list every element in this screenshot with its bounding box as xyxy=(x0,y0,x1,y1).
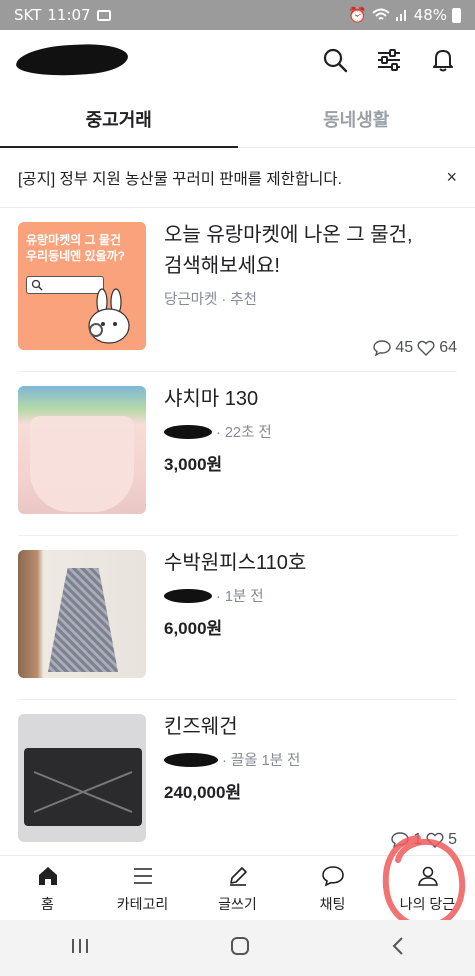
nav-category-label: 카테고리 xyxy=(116,895,169,912)
home-button-icon[interactable] xyxy=(229,935,251,961)
nav-my-carrot-label: 나의 당근 xyxy=(399,895,456,912)
item-title-line2: 검색해보세요! xyxy=(164,255,280,277)
nav-chat-label: 채팅 xyxy=(319,895,346,912)
tab-neighborhood[interactable]: 동네생활 xyxy=(238,90,475,147)
alarm-icon: ⏰ xyxy=(347,6,367,24)
chat-icon xyxy=(373,340,392,356)
item-time: · 끌올 1분 전 xyxy=(222,753,301,769)
system-nav-bar xyxy=(0,920,475,976)
heart-icon xyxy=(417,340,435,356)
item-thumbnail xyxy=(18,550,146,678)
item-title: 킨즈웨건 xyxy=(164,716,238,738)
heart-icon xyxy=(426,832,444,848)
battery-icon xyxy=(452,7,461,23)
nav-write[interactable]: 글쓰기 xyxy=(190,856,285,920)
location-title[interactable] xyxy=(15,42,129,78)
item-time: · 22초 전 xyxy=(216,425,272,441)
promo-thumbnail: 유랑마켓의 그 물건 우리동네엔 있을까? xyxy=(18,222,146,350)
item-meta: · 22초 전 xyxy=(164,421,457,442)
wifi-icon xyxy=(371,8,390,20)
signal-icon xyxy=(395,10,406,21)
menu-icon xyxy=(130,863,156,889)
gallery-icon xyxy=(96,9,111,21)
app-header xyxy=(0,30,475,90)
nav-my-carrot[interactable]: 나의 당근 xyxy=(380,856,475,920)
list-item[interactable]: 수박원피스110호 · 1분 전 6,000원 xyxy=(18,536,457,700)
item-title: 샤치마 130 xyxy=(164,388,259,410)
comment-count: 1 xyxy=(413,831,423,848)
item-time: · 1분 전 xyxy=(216,589,264,605)
item-counts: 1 5 xyxy=(391,831,457,849)
filter-icon[interactable] xyxy=(373,44,405,76)
like-count: 5 xyxy=(448,831,457,848)
nav-home-label: 홈 xyxy=(41,895,54,912)
item-meta: 당근마켓 · 추천 xyxy=(164,292,257,308)
item-price: 240,000원 xyxy=(164,783,242,802)
item-thumbnail xyxy=(18,714,146,842)
item-price: 6,000원 xyxy=(164,619,223,638)
home-icon xyxy=(35,863,61,889)
nav-home[interactable]: 홈 xyxy=(0,856,95,920)
bell-icon[interactable] xyxy=(427,44,459,76)
chat-icon xyxy=(391,832,409,848)
item-meta: · 끌올 1분 전 xyxy=(164,749,457,770)
nav-chat[interactable]: 채팅 xyxy=(285,856,380,920)
item-title: 오늘 유랑마켓에 나온 그 물건, 검색해보세요! xyxy=(164,220,457,282)
item-title-line1: 오늘 유랑마켓에 나온 그 물건, xyxy=(164,224,413,246)
search-icon xyxy=(31,279,43,291)
bottom-nav: 홈 카테고리 글쓰기 채팅 나의 당근 xyxy=(0,855,475,920)
promo-banner-line1: 유랑마켓의 그 물건 xyxy=(26,233,121,247)
notice-text: [공지] 정부 지원 농산물 꾸러미 판매를 제한합니다. xyxy=(18,170,342,188)
like-count: 64 xyxy=(439,339,457,356)
item-meta: · 1분 전 xyxy=(164,585,457,606)
list-item[interactable]: 킨즈웨건 · 끌올 1분 전 240,000원 1 5 xyxy=(18,700,457,864)
item-counts: 45 64 xyxy=(373,339,457,357)
close-icon[interactable]: × xyxy=(446,167,457,188)
redacted-location xyxy=(164,424,212,439)
nav-write-label: 글쓰기 xyxy=(218,895,257,912)
recent-apps-icon[interactable] xyxy=(70,937,90,959)
back-icon[interactable] xyxy=(391,936,405,960)
battery-label: 48% xyxy=(413,6,447,24)
nav-category[interactable]: 카테고리 xyxy=(95,856,190,920)
pencil-icon xyxy=(225,863,251,889)
list-item[interactable]: 샤치마 130 · 22초 전 3,000원 xyxy=(18,372,457,536)
promo-banner-line2: 우리동네엔 있을까? xyxy=(26,249,125,263)
redacted-location xyxy=(164,752,218,767)
item-price: 3,000원 xyxy=(164,455,223,474)
notice-banner[interactable]: [공지] 정부 지원 농산물 꾸러미 판매를 제한합니다. × xyxy=(0,148,475,208)
person-icon xyxy=(415,863,441,889)
chat-icon xyxy=(320,863,346,889)
carrier-label: SKT xyxy=(14,6,42,24)
status-bar: SKT 11:07 ⏰ 48% xyxy=(0,0,475,30)
comment-count: 45 xyxy=(395,339,414,356)
item-title: 수박원피스110호 xyxy=(164,552,307,574)
search-icon[interactable] xyxy=(319,44,351,76)
main-tabs: 중고거래 동네생활 xyxy=(0,90,475,148)
rabbit-mascot-icon xyxy=(88,288,130,344)
tab-used-trade[interactable]: 중고거래 xyxy=(0,90,238,148)
item-thumbnail xyxy=(18,386,146,514)
clock-label: 11:07 xyxy=(47,6,91,24)
redacted-location xyxy=(164,588,212,603)
list-item[interactable]: 유랑마켓의 그 물건 우리동네엔 있을까? 오늘 유랑마켓에 나온 그 물건, … xyxy=(18,208,457,372)
